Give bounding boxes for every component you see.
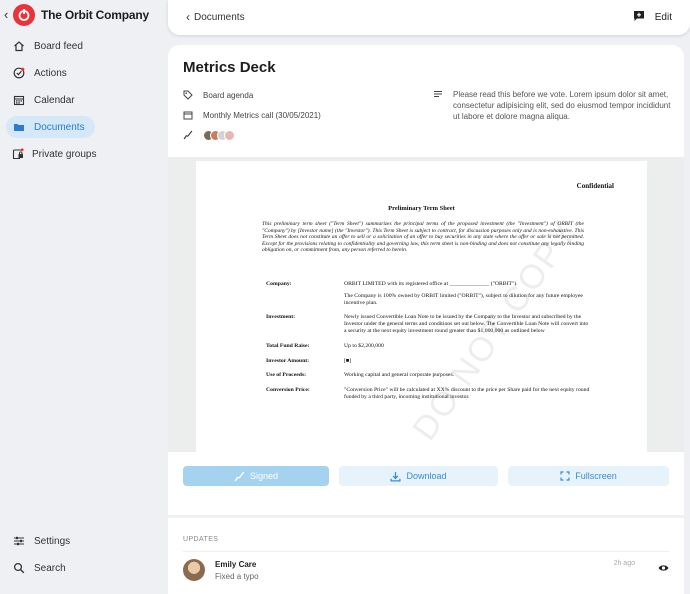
back-link-label: Documents (194, 11, 245, 23)
meta-tag: Board agenda (203, 90, 254, 100)
avatar (183, 559, 205, 581)
document-note: Please read this before we vote. Lorem i… (433, 89, 673, 122)
document-preview[interactable]: Confidential Preliminary Term Sheet This… (168, 157, 684, 452)
meta-signers-row (183, 129, 321, 141)
meta-tag-row: Board agenda (183, 89, 321, 101)
confidential-label: Confidential (576, 182, 614, 190)
updates-panel: UPDATES Emily Care Fixed a typo 2h ago (168, 518, 684, 594)
term-key: Conversion Price: (266, 387, 310, 394)
sidebar-item-calendar[interactable]: Calendar (6, 89, 95, 111)
check-circle-icon (12, 66, 26, 80)
list-item[interactable]: Emily Care Fixed a typo 2h ago (183, 556, 669, 586)
sidebar-item-label: Board feed (34, 40, 83, 52)
sidebar-item-label: Actions (34, 67, 67, 79)
avatar (224, 129, 235, 141)
term-row-investor: Investor Amount: [■] (266, 358, 591, 365)
download-button[interactable]: Download (339, 466, 498, 486)
term-value-line: The Company is 100% owned by ORBIT limit… (344, 292, 583, 306)
term-row-investment: Investment: Newly issued Convertible Loa… (266, 314, 591, 334)
signature-icon (183, 130, 195, 140)
add-comment-icon[interactable] (633, 10, 645, 25)
text-lines-icon (433, 89, 445, 122)
download-button-label: Download (406, 471, 447, 481)
term-key: Use of Proceeds: (266, 372, 307, 379)
fullscreen-button[interactable]: Fullscreen (508, 466, 669, 486)
updates-header: UPDATES (183, 536, 219, 543)
sidebar-item-label: Documents (34, 121, 85, 133)
doc-title: Preliminary Term Sheet (388, 205, 455, 212)
edit-area: Edit (633, 10, 672, 25)
sidebar-item-private-groups[interactable]: Private groups (6, 143, 97, 165)
calendar-icon (12, 93, 26, 107)
sidebar-item-settings[interactable]: Settings (6, 530, 95, 552)
sidebar-item-label: Calendar (34, 94, 75, 106)
sidebar-item-label: Private groups (32, 148, 97, 160)
chevron-left-icon: ‹ (186, 10, 190, 24)
sidebar-item-label: Search (34, 562, 66, 574)
sidebar-item-label: Settings (34, 535, 71, 547)
orbit-logo (13, 4, 35, 26)
term-value: ORBIT LIMITED with its registered office… (344, 281, 591, 306)
collapse-chevron-icon[interactable]: ‹ (4, 4, 12, 26)
search-icon (12, 561, 26, 575)
fullscreen-icon (560, 471, 570, 481)
top-bar: ‹ Documents Edit (168, 0, 690, 35)
signer-avatars[interactable] (203, 129, 235, 141)
folder-icon (12, 120, 26, 134)
sidebar-item-documents[interactable]: Documents (6, 116, 95, 138)
sidebar-item-board-feed[interactable]: Board feed (6, 35, 95, 57)
sliders-icon (12, 534, 26, 548)
update-time: 2h ago (613, 560, 635, 567)
tag-icon (183, 90, 195, 100)
term-key: Investor Amount: (266, 357, 310, 364)
app-name: The Orbit Company (41, 8, 149, 22)
term-key: Investment: (266, 314, 296, 321)
signature-icon (234, 471, 245, 482)
meta-meeting-row: Monthly Metrics call (30/05/2021) (183, 109, 321, 121)
sidebar-nav: Board feed Actions Calendar Documents Pr… (6, 35, 162, 170)
calendar-icon (183, 110, 195, 120)
back-to-documents-link[interactable]: ‹ Documents (186, 10, 245, 24)
note-text: Please read this before we vote. Lorem i… (453, 90, 671, 121)
term-value-line: ORBIT LIMITED with its registered office… (344, 281, 518, 287)
term-rows: Company: ORBIT LIMITED with its register… (266, 281, 591, 409)
brand: ‹ The Orbit Company (4, 4, 149, 26)
term-value: Newly issued Convertible Loan Note to be… (344, 314, 589, 334)
document-card: Metrics Deck Board agenda Monthly Metric… (168, 45, 684, 515)
page-title: Metrics Deck (183, 59, 276, 76)
document-meta: Board agenda Monthly Metrics call (30/05… (183, 89, 321, 149)
signed-button-label: Signed (249, 471, 279, 481)
download-icon (390, 471, 402, 482)
sidebar-item-actions[interactable]: Actions (6, 62, 95, 84)
document-page: Confidential Preliminary Term Sheet This… (196, 161, 647, 452)
signed-button[interactable]: Signed (183, 466, 329, 486)
term-key: Company: (266, 281, 292, 287)
update-author: Emily Care (215, 560, 257, 569)
term-key: Total Fund Raise: (266, 342, 310, 349)
edit-button[interactable]: Edit (655, 12, 672, 23)
meta-meeting: Monthly Metrics call (30/05/2021) (203, 110, 321, 120)
sidebar-item-search[interactable]: Search (6, 557, 95, 579)
private-group-icon (12, 147, 24, 161)
document-actions: Signed Download Fullscreen (183, 466, 669, 486)
sidebar-bottom-nav: Settings Search (6, 530, 95, 584)
eye-icon[interactable] (658, 564, 669, 575)
update-text: Fixed a typo (215, 572, 259, 581)
fullscreen-button-label: Fullscreen (575, 471, 617, 481)
term-row-fund: Total Fund Raise: Up to $2,200,000 (266, 343, 591, 350)
sidebar: ‹ The Orbit Company Board feed Actions C… (0, 0, 168, 594)
term-row-proceeds: Use of Proceeds: Working capital and gen… (266, 372, 591, 379)
divider (183, 551, 669, 552)
home-icon (12, 39, 26, 53)
